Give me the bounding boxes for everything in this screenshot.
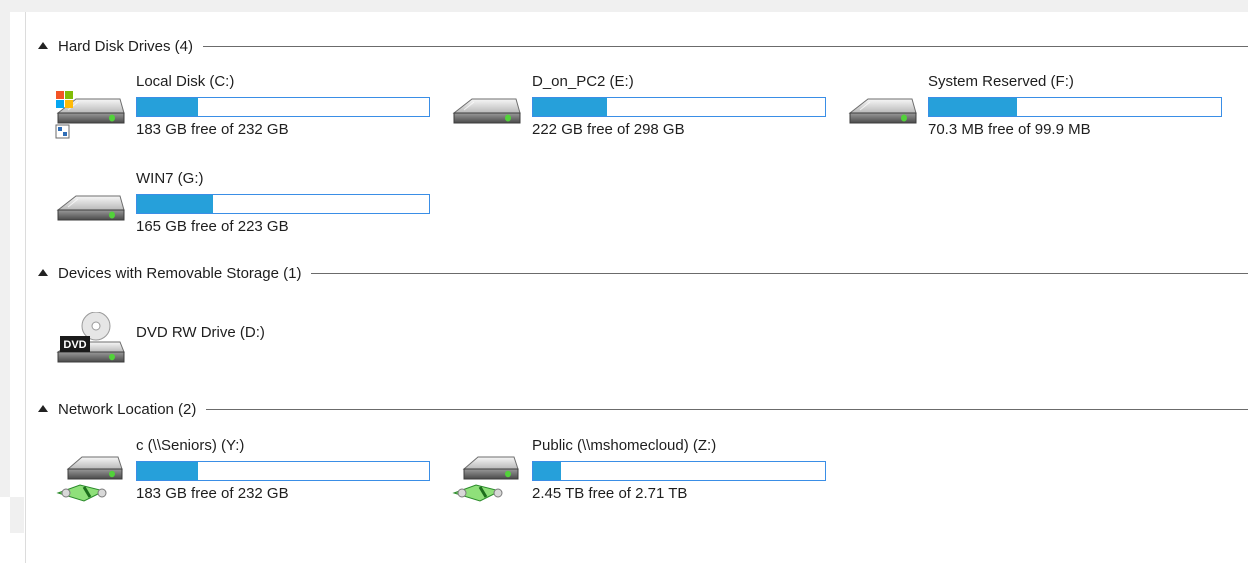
drive-tile[interactable]: Local Disk (C:) 183 GB free of 232 GB — [40, 73, 430, 147]
drive-free-space: 183 GB free of 232 GB — [136, 485, 289, 502]
hard-drive-icon — [846, 85, 918, 141]
group-divider-line — [311, 272, 1248, 274]
drive-tile[interactable]: WIN7 (G:) 165 GB free of 223 GB — [40, 170, 430, 244]
drive-free-space: 165 GB free of 223 GB — [136, 218, 289, 235]
top-toolbar-strip — [0, 0, 1248, 12]
drive-free-space: 183 GB free of 232 GB — [136, 121, 289, 138]
drive-tile[interactable]: c (\\Seniors) (Y:) 183 GB free of 232 GB — [40, 437, 430, 511]
drive-usage-fill — [929, 98, 1017, 116]
navigation-pane-edge-lower — [10, 497, 24, 533]
drive-free-space: 70.3 MB free of 99.9 MB — [928, 121, 1091, 138]
drive-tile[interactable]: D_on_PC2 (E:) 222 GB free of 298 GB — [436, 73, 826, 147]
drive-usage-fill — [137, 195, 213, 213]
drive-usage-bar — [136, 194, 430, 214]
group-divider-line — [206, 408, 1248, 410]
navigation-pane-edge — [0, 12, 10, 497]
collapse-triangle-icon[interactable] — [38, 405, 48, 412]
drive-name: System Reserved (F:) — [928, 73, 1074, 90]
group-removable-storage-header[interactable]: Devices with Removable Storage (1) — [38, 263, 1248, 283]
drive-tile[interactable]: Public (\\mshomecloud) (Z:) 2.45 TB free … — [436, 437, 826, 511]
drive-usage-fill — [533, 462, 562, 480]
dvd-badge-label: DVD — [63, 339, 86, 351]
drive-name: c (\\Seniors) (Y:) — [136, 437, 245, 454]
drive-tile[interactable]: DVD DVD RW Drive (D:) — [40, 300, 430, 374]
group-title: Devices with Removable Storage (1) — [58, 264, 302, 282]
drive-usage-fill — [137, 462, 199, 480]
network-drive-icon — [54, 449, 126, 505]
collapse-triangle-icon[interactable] — [38, 42, 48, 49]
drive-free-space: 2.45 TB free of 2.71 TB — [532, 485, 688, 502]
drive-usage-fill — [137, 98, 199, 116]
drive-usage-bar — [136, 97, 430, 117]
drive-usage-fill — [533, 98, 608, 116]
network-drive-icon — [450, 449, 522, 505]
drive-usage-bar — [136, 461, 430, 481]
drive-name: Local Disk (C:) — [136, 73, 235, 90]
hard-drive-icon — [450, 85, 522, 141]
group-hard-disk-drives-header[interactable]: Hard Disk Drives (4) — [38, 36, 1248, 56]
drive-name: WIN7 (G:) — [136, 170, 204, 187]
hard-drive-icon — [54, 182, 126, 238]
drive-tile[interactable]: System Reserved (F:) 70.3 MB free of 99.9… — [832, 73, 1222, 147]
collapse-triangle-icon[interactable] — [38, 269, 48, 276]
dvd-drive-icon: DVD — [54, 311, 126, 368]
group-divider-line — [203, 45, 1248, 47]
drive-free-space: 222 GB free of 298 GB — [532, 121, 685, 138]
drive-name: D_on_PC2 (E:) — [532, 73, 634, 90]
drive-name: DVD RW Drive (D:) — [136, 324, 265, 341]
group-title: Network Location (2) — [58, 400, 197, 418]
drive-usage-bar — [928, 97, 1222, 117]
group-network-location-header[interactable]: Network Location (2) — [38, 399, 1248, 419]
group-title: Hard Disk Drives (4) — [58, 37, 194, 55]
drive-usage-bar — [532, 461, 826, 481]
pane-divider[interactable] — [25, 12, 26, 563]
windows-system-drive-icon — [54, 85, 126, 141]
drive-name: Public (\\mshomecloud) (Z:) — [532, 437, 717, 454]
drive-usage-bar — [532, 97, 826, 117]
